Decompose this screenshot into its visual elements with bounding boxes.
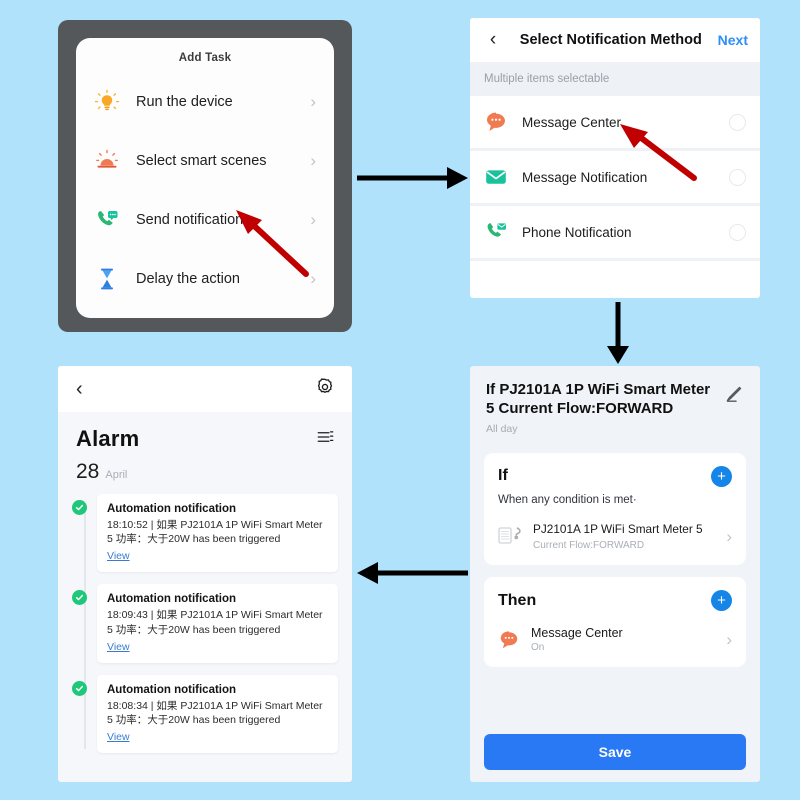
chevron-right-icon: ›: [310, 269, 316, 288]
view-link[interactable]: View: [107, 550, 130, 562]
chevron-right-icon: ›: [310, 210, 316, 229]
arrow-notification-method-to-automation: [607, 302, 629, 364]
chevron-right-icon: ›: [726, 526, 732, 546]
action-text: Message Center On: [531, 626, 715, 653]
phone-message-icon: [94, 207, 120, 233]
notification-option-phone-notification[interactable]: Phone Notification: [470, 206, 760, 261]
next-button[interactable]: Next: [718, 32, 748, 48]
add-task-item-label: Select smart scenes: [136, 152, 267, 169]
view-link[interactable]: View: [107, 731, 130, 743]
notification-option-label: Message Center: [522, 114, 622, 130]
panel-automation-detail: If PJ2101A 1P WiFi Smart Meter 5 Current…: [470, 366, 760, 782]
gear-icon[interactable]: [316, 377, 334, 401]
then-heading: Then: [498, 591, 537, 609]
panel-select-notification-method: ‹ Select Notification Method Next Multip…: [470, 18, 760, 298]
back-icon[interactable]: ‹: [76, 378, 83, 401]
list-filter-icon[interactable]: [317, 430, 334, 449]
condition-device-text: PJ2101A 1P WiFi Smart Meter 5 Current Fl…: [533, 522, 717, 551]
panel-alarm: ‹ Alarm 28 April Automation notification…: [58, 366, 352, 782]
notification-method-topbar: ‹ Select Notification Method Next: [470, 18, 760, 62]
page-title: Select Notification Method: [519, 32, 702, 48]
speech-bubble-icon: [498, 629, 520, 651]
check-circle-icon: [72, 590, 87, 606]
multiple-items-hint: Multiple items selectable: [470, 62, 760, 96]
alarm-notification-card: Automation notification 18:09:43 | 如果 PJ…: [97, 584, 338, 663]
then-section-header: Then +: [498, 590, 732, 612]
add-task-title: Add Task: [178, 52, 232, 64]
view-link[interactable]: View: [107, 641, 130, 653]
add-task-item-select-smart-scenes[interactable]: Select smart scenes ›: [92, 146, 318, 176]
add-task-item-label: Delay the action: [136, 270, 240, 287]
alarm-date-day: 28: [76, 460, 100, 483]
alarm-date-group: 28 April: [58, 456, 352, 490]
add-task-item-send-notification[interactable]: Send notification ›: [92, 205, 318, 235]
radio-message-center[interactable]: [729, 113, 746, 131]
alarm-notification-card: Automation notification 18:08:34 | 如果 PJ…: [97, 674, 338, 754]
alarm-notification-card: Automation notification 18:10:52 | 如果 PJ…: [97, 494, 338, 573]
notification-body: 18:08:34 | 如果 PJ2101A 1P WiFi Smart Mete…: [107, 699, 323, 726]
add-task-item-label: Run the device: [136, 93, 233, 110]
condition-mode-label: When any condition is met·: [498, 493, 637, 506]
if-heading: If: [498, 467, 508, 485]
notification-body: 18:10:52 | 如果 PJ2101A 1P WiFi Smart Mete…: [107, 519, 323, 546]
radio-message-notification[interactable]: [729, 168, 746, 186]
list-item[interactable]: Automation notification 18:08:34 | 如果 PJ…: [72, 674, 338, 754]
add-task-list: Run the device › Select smart scenes › S…: [92, 72, 318, 308]
arrow-automation-to-alarm: [357, 562, 468, 584]
add-task-item-label: Send notification: [136, 211, 244, 228]
list-item[interactable]: Automation notification 18:09:43 | 如果 PJ…: [72, 584, 338, 663]
notification-option-label: Message Notification: [522, 169, 648, 185]
chevron-right-icon: ›: [310, 92, 316, 111]
action-name: Message Center: [531, 626, 623, 641]
action-message-center-row[interactable]: Message Center On ›: [498, 626, 732, 653]
envelope-icon: [484, 165, 508, 189]
condition-device-name: PJ2101A 1P WiFi Smart Meter 5: [533, 521, 703, 536]
notification-title: Automation notification: [107, 503, 237, 515]
hourglass-icon: [94, 266, 120, 292]
then-section: Then + Message Center On ›: [484, 577, 746, 668]
chevron-right-icon: ›: [726, 630, 732, 650]
page-title: Alarm: [76, 426, 140, 451]
phone-envelope-icon: [484, 220, 508, 244]
notification-option-message-notification[interactable]: Message Notification: [470, 151, 760, 206]
alarm-date-month: April: [105, 469, 128, 481]
automation-header: If PJ2101A 1P WiFi Smart Meter 5 Current…: [470, 366, 760, 447]
add-task-item-delay-the-action[interactable]: Delay the action ›: [92, 264, 318, 294]
if-section: If + When any condition is met· PJ2101A …: [484, 452, 746, 566]
panel-add-task: Add Task Run the device › Select smart s…: [58, 20, 352, 332]
arrow-add-task-to-notification-method: [357, 167, 468, 189]
list-item[interactable]: Automation notification 18:10:52 | 如果 PJ…: [72, 494, 338, 573]
smart-meter-icon: [498, 525, 524, 547]
automation-title-block: If PJ2101A 1P WiFi Smart Meter 5 Current…: [486, 380, 716, 437]
notification-title: Automation notification: [107, 683, 237, 696]
if-section-header: If +: [498, 465, 732, 487]
chevron-right-icon: ›: [310, 151, 316, 170]
automation-schedule: All day: [486, 423, 518, 436]
save-button[interactable]: Save: [484, 734, 746, 770]
scene-sunrise-icon: [94, 148, 120, 174]
radio-phone-notification[interactable]: [729, 223, 746, 241]
pencil-icon[interactable]: [724, 384, 744, 404]
action-state: On: [531, 642, 545, 654]
alarm-header: Alarm: [58, 412, 352, 456]
check-circle-icon: [72, 680, 87, 696]
speech-bubble-icon: [484, 110, 508, 134]
add-condition-button[interactable]: +: [711, 465, 732, 487]
automation-title: If PJ2101A 1P WiFi Smart Meter 5 Current…: [486, 381, 711, 418]
add-task-item-run-the-device[interactable]: Run the device ›: [92, 87, 318, 117]
alarm-topbar: ‹: [58, 366, 352, 412]
alarm-entry-list: Automation notification 18:10:52 | 如果 PJ…: [58, 490, 352, 775]
notification-body: 18:09:43 | 如果 PJ2101A 1P WiFi Smart Mete…: [107, 609, 323, 636]
add-action-button[interactable]: +: [711, 590, 732, 612]
back-icon[interactable]: ‹: [482, 29, 504, 51]
condition-device-row[interactable]: PJ2101A 1P WiFi Smart Meter 5 Current Fl…: [498, 522, 732, 551]
notification-option-message-center[interactable]: Message Center: [470, 96, 760, 151]
check-circle-icon: [72, 500, 87, 515]
notification-title: Automation notification: [107, 593, 237, 606]
notification-option-label: Phone Notification: [522, 224, 632, 240]
condition-device-state: Current Flow:FORWARD: [533, 540, 645, 552]
add-task-card: Add Task Run the device › Select smart s…: [76, 38, 334, 318]
screenshot-stage: Add Task Run the device › Select smart s…: [0, 0, 800, 800]
light-bulb-icon: [94, 89, 120, 115]
